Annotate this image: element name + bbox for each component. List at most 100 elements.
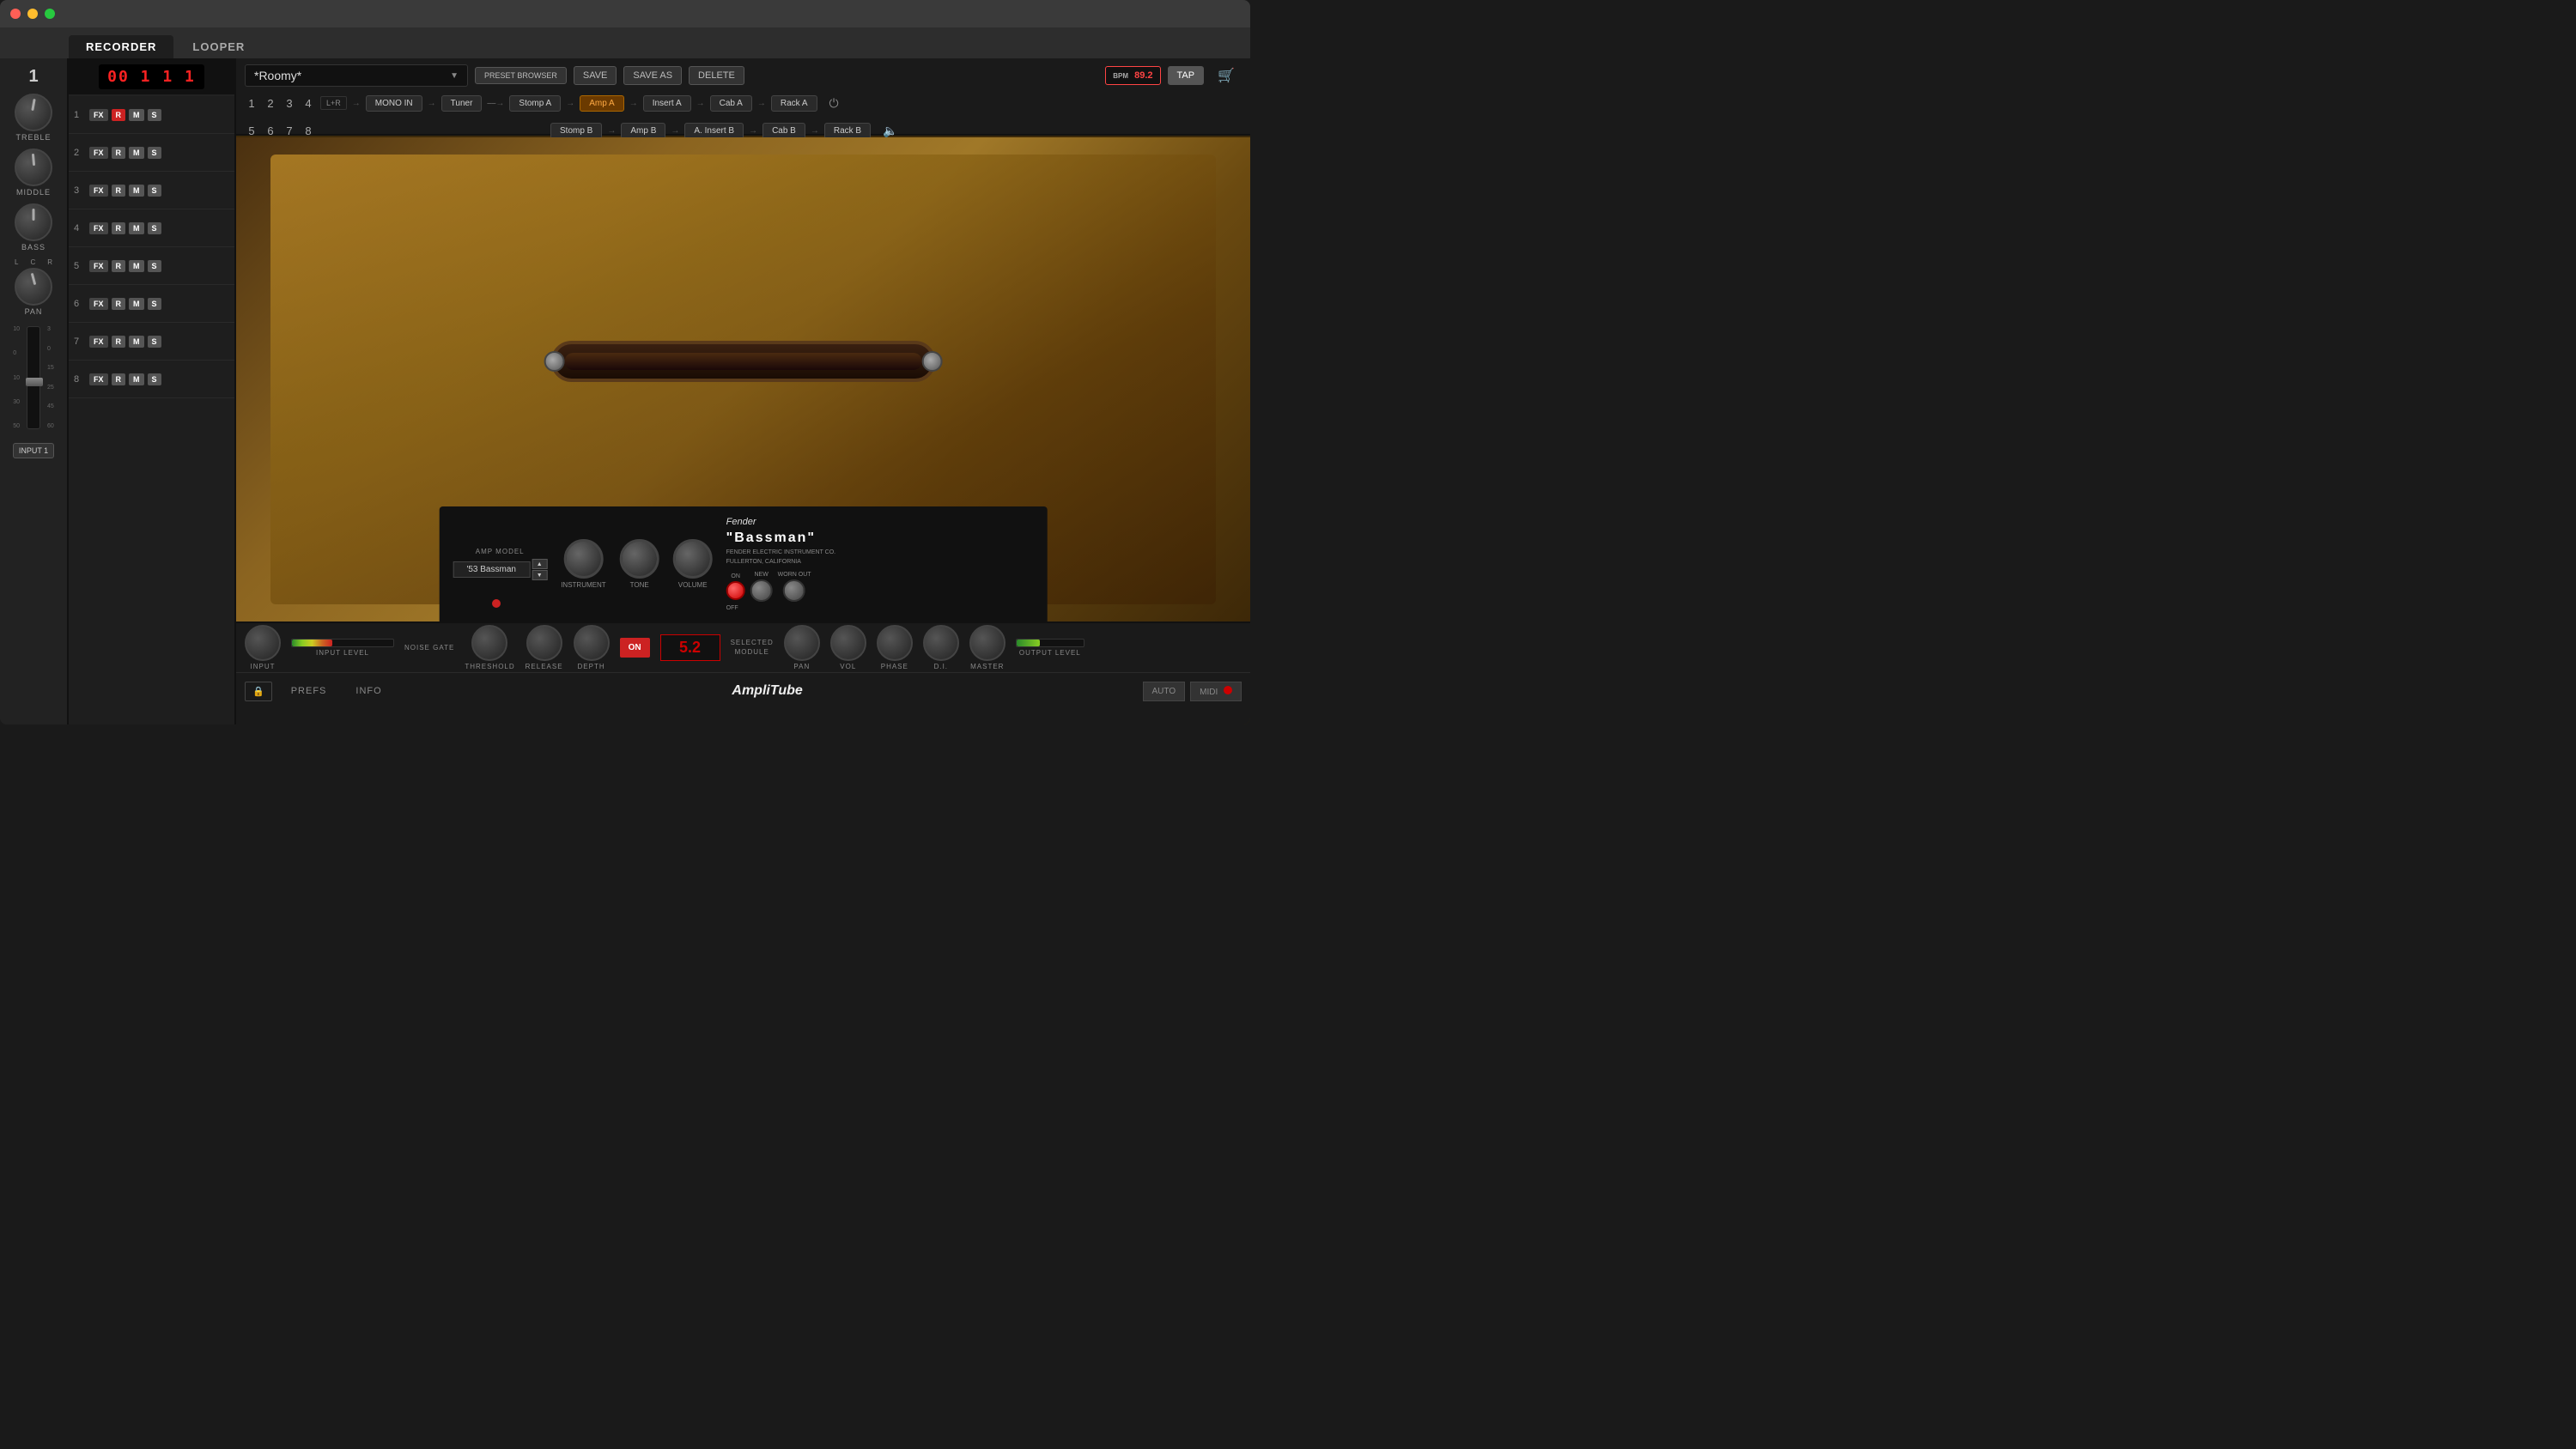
- vol-knob[interactable]: [830, 625, 866, 661]
- wornout-switch-label: WORN OUT: [778, 572, 811, 578]
- delete-button[interactable]: DELETE: [689, 66, 744, 85]
- track-8-mute[interactable]: M: [129, 373, 144, 385]
- track-6-rec[interactable]: R: [112, 298, 126, 310]
- save-button[interactable]: SAVE: [574, 66, 617, 85]
- rack-a-node[interactable]: Rack A: [771, 95, 817, 112]
- input-level-bar: [291, 639, 394, 647]
- pan-knob-group: PAN: [784, 625, 820, 670]
- on-button[interactable]: ON: [620, 638, 650, 658]
- depth-knob[interactable]: [574, 625, 610, 661]
- stomp-b-node[interactable]: Stomp B: [550, 123, 602, 139]
- track-5-fx[interactable]: FX: [89, 260, 108, 272]
- track-1-rec[interactable]: R: [112, 109, 126, 121]
- track-2-fx[interactable]: FX: [89, 147, 108, 159]
- track-5-mute[interactable]: M: [129, 260, 144, 272]
- track-8-fx[interactable]: FX: [89, 373, 108, 385]
- track-7-mute[interactable]: M: [129, 336, 144, 348]
- track-3-fx[interactable]: FX: [89, 185, 108, 197]
- brand-name: Fender: [726, 517, 756, 527]
- track-7-fx[interactable]: FX: [89, 336, 108, 348]
- pan-r: R: [47, 258, 52, 266]
- mono-in-node[interactable]: MONO IN: [366, 95, 422, 112]
- pan-knob[interactable]: [15, 268, 52, 306]
- tone-knob[interactable]: [620, 539, 659, 579]
- output-level-bar: [1016, 639, 1084, 647]
- tap-button[interactable]: TAP: [1168, 66, 1205, 85]
- track-6-solo[interactable]: S: [148, 298, 161, 310]
- track-1-mute[interactable]: M: [129, 109, 144, 121]
- amp-model-down[interactable]: ▼: [532, 570, 547, 580]
- treble-knob[interactable]: [15, 94, 52, 131]
- track-2-rec[interactable]: R: [112, 147, 126, 159]
- preset-display[interactable]: *Roomy* ▼: [245, 64, 468, 87]
- maximize-button[interactable]: [45, 9, 55, 19]
- track-4-fx[interactable]: FX: [89, 222, 108, 234]
- release-knob[interactable]: [526, 625, 562, 661]
- volume-knob[interactable]: [673, 539, 713, 579]
- track-2-solo[interactable]: S: [148, 147, 161, 159]
- phase-knob[interactable]: [877, 625, 913, 661]
- sub-label: FENDER ELECTRIC INSTRUMENT CO.: [726, 549, 835, 555]
- prefs-button[interactable]: PREFS: [281, 682, 337, 700]
- insert-b-node[interactable]: A. Insert B: [684, 123, 744, 139]
- track-4-mute[interactable]: M: [129, 222, 144, 234]
- cart-icon[interactable]: 🛒: [1211, 64, 1242, 88]
- track-4-rec[interactable]: R: [112, 222, 126, 234]
- preset-browser-button[interactable]: PRESET BROWSER: [475, 67, 567, 85]
- amp-model-up[interactable]: ▲: [532, 559, 547, 569]
- tab-looper[interactable]: LOOPER: [175, 35, 262, 58]
- close-button[interactable]: [10, 9, 21, 19]
- fader-handle[interactable]: [26, 378, 43, 386]
- track-5-rec[interactable]: R: [112, 260, 126, 272]
- speaker-icon[interactable]: 🔈: [883, 124, 897, 138]
- track-1-solo[interactable]: S: [148, 109, 161, 121]
- track-8-solo[interactable]: S: [148, 373, 161, 385]
- middle-knob[interactable]: [15, 149, 52, 186]
- track-7-solo[interactable]: S: [148, 336, 161, 348]
- power-icon[interactable]: ⏻: [829, 96, 839, 111]
- threshold-knob[interactable]: [471, 625, 507, 661]
- input-label-button[interactable]: INPUT 1: [13, 443, 54, 458]
- tab-recorder[interactable]: RECORDER: [69, 35, 173, 58]
- chain-arrow: →: [811, 126, 819, 136]
- info-button[interactable]: INFO: [345, 682, 392, 700]
- preset-arrows[interactable]: ▼: [450, 71, 459, 81]
- track-7-rec[interactable]: R: [112, 336, 126, 348]
- track-3-solo[interactable]: S: [148, 185, 161, 197]
- track-6-fx[interactable]: FX: [89, 298, 108, 310]
- stomp-a-node[interactable]: Stomp A: [509, 95, 561, 112]
- midi-button[interactable]: MIDI: [1190, 682, 1242, 701]
- di-knob[interactable]: [923, 625, 959, 661]
- auto-button[interactable]: AUTO: [1143, 682, 1186, 701]
- track-4-solo[interactable]: S: [148, 222, 161, 234]
- master-knob[interactable]: [969, 625, 1005, 661]
- amp-a-node[interactable]: Amp A: [580, 95, 623, 112]
- cab-b-node[interactable]: Cab B: [762, 123, 805, 139]
- amp-b-node[interactable]: Amp B: [621, 123, 665, 139]
- track-1-fx[interactable]: FX: [89, 109, 108, 121]
- new-switch[interactable]: [750, 579, 773, 602]
- rack-b-node[interactable]: Rack B: [824, 123, 871, 139]
- bottom-pan-knob[interactable]: [784, 625, 820, 661]
- amp-model-display[interactable]: '53 Bassman: [453, 561, 530, 578]
- track-3-rec[interactable]: R: [112, 185, 126, 197]
- insert-a-node[interactable]: Insert A: [643, 95, 691, 112]
- minimize-button[interactable]: [27, 9, 38, 19]
- wornout-switch[interactable]: [783, 579, 805, 602]
- cab-a-node[interactable]: Cab A: [710, 95, 752, 112]
- switch-off-labels: OFF: [726, 605, 738, 611]
- on-switch[interactable]: [726, 581, 745, 600]
- track-2-mute[interactable]: M: [129, 147, 144, 159]
- track-6-mute[interactable]: M: [129, 298, 144, 310]
- fader-track[interactable]: [27, 326, 40, 429]
- input-knob[interactable]: [245, 625, 281, 661]
- save-as-button[interactable]: SAVE AS: [623, 66, 682, 85]
- instrument-knob[interactable]: [563, 539, 603, 579]
- track-3-mute[interactable]: M: [129, 185, 144, 197]
- lock-button[interactable]: 🔒: [245, 682, 272, 701]
- track-5-solo[interactable]: S: [148, 260, 161, 272]
- tuner-node[interactable]: Tuner: [441, 95, 483, 112]
- vol-knob-label: VOL: [840, 663, 856, 670]
- bass-knob[interactable]: [15, 203, 52, 241]
- track-8-rec[interactable]: R: [112, 373, 126, 385]
